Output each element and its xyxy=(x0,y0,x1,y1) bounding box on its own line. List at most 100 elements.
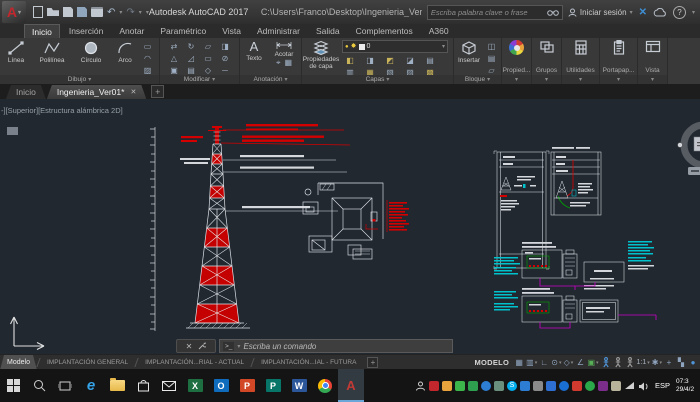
mirror-icon[interactable]: ◿ xyxy=(184,53,198,64)
file-tab-active[interactable]: Ingenieria_Ver01* ✕ xyxy=(47,85,146,99)
panel-label-vista[interactable]: ▾ xyxy=(638,75,667,84)
panel-label-anotacion[interactable]: Anotación▾ xyxy=(240,75,301,84)
task-view-icon[interactable] xyxy=(52,369,78,402)
help-search-input[interactable]: Escriba palabra clave o frase xyxy=(427,5,563,20)
tab-vista[interactable]: Vista xyxy=(215,24,248,38)
layer-tool-icon[interactable]: ◨ xyxy=(363,55,377,66)
green-app2-tray-icon[interactable] xyxy=(468,381,478,391)
copy-icon[interactable]: △ xyxy=(167,53,181,64)
redo-icon[interactable]: ↷ xyxy=(126,6,134,19)
onedrive-tray-icon[interactable] xyxy=(481,381,491,391)
tab-administrar[interactable]: Administrar xyxy=(250,24,307,38)
adobe-tray-icon[interactable] xyxy=(429,381,439,391)
tab-parametrico[interactable]: Paramétrico xyxy=(153,24,213,38)
blue-square-tray-icon[interactable] xyxy=(546,381,556,391)
erase-icon[interactable]: ⊘ xyxy=(218,53,232,64)
volume-icon[interactable] xyxy=(638,381,649,391)
panel-label-portapapeles[interactable]: ▾ xyxy=(600,75,637,84)
new-file-icon[interactable] xyxy=(33,6,43,19)
purple-app-tray-icon[interactable] xyxy=(598,381,608,391)
layout-tab-implantacion-general[interactable]: IMPLANTACIÓN GENERAL xyxy=(40,355,135,370)
text-button[interactable]: A Texto xyxy=(240,38,268,62)
excel-icon[interactable]: X xyxy=(182,369,208,402)
panel-label-dibujo[interactable]: Dibujo▾ xyxy=(0,75,159,84)
insert-block-button[interactable]: Insertar xyxy=(454,38,484,64)
new-drawing-tab-button[interactable]: + xyxy=(151,85,164,98)
scale-icon[interactable]: ▣ xyxy=(167,65,181,76)
isolate-objects-icon[interactable]: ▚ xyxy=(676,357,686,368)
layer-tool-icon[interactable]: ◩ xyxy=(383,55,397,66)
mail-icon[interactable] xyxy=(156,369,182,402)
help-icon[interactable]: ? xyxy=(673,6,686,19)
network-icon[interactable] xyxy=(624,381,635,390)
close-icon[interactable]: ✕ xyxy=(186,342,193,351)
layer-properties-button[interactable]: Propiedades de capa xyxy=(302,38,340,70)
snap-mode-icon[interactable]: ▥▾ xyxy=(526,357,537,368)
command-input[interactable]: >_ ▾ Escriba un comando xyxy=(219,339,453,353)
clipboard-icon[interactable] xyxy=(612,40,626,55)
arc-button[interactable]: Arco xyxy=(110,38,140,64)
file-explorer-icon[interactable] xyxy=(104,369,130,402)
annotation-monitor-icon[interactable]: + xyxy=(664,357,674,368)
open-file-icon[interactable] xyxy=(47,6,59,19)
save-icon[interactable] xyxy=(63,6,73,19)
store-icon[interactable] xyxy=(130,369,156,402)
chat-tray-icon[interactable] xyxy=(533,381,543,391)
chrome-icon[interactable] xyxy=(312,369,338,402)
sign-in-button[interactable]: Iniciar sesión ▾ xyxy=(568,8,633,17)
start-button[interactable] xyxy=(0,369,26,402)
skype-tray-icon[interactable]: S xyxy=(507,381,517,391)
layout-tab-implantacion-futura[interactable]: IMPLANTACIÓN...IAL - FUTURA xyxy=(254,355,363,370)
tab-insercion[interactable]: Inserción xyxy=(62,24,111,38)
offset-icon[interactable]: ▱ xyxy=(201,41,215,52)
panel-label-propiedades[interactable]: ▾ xyxy=(502,75,531,84)
edge-icon[interactable]: e xyxy=(78,369,104,402)
table-icon[interactable]: ▦ xyxy=(284,58,292,68)
edit-block-icon[interactable]: ▤ xyxy=(485,53,499,64)
undo-dropdown-icon[interactable]: ▾ xyxy=(119,6,122,19)
language-indicator[interactable]: ESP xyxy=(655,381,670,390)
autoscale-icon[interactable] xyxy=(613,357,623,368)
isodraft-icon[interactable]: ◇▾ xyxy=(563,357,573,368)
rotate-icon[interactable]: ↻ xyxy=(184,41,198,52)
panel-label-modificar[interactable]: Modificar▾ xyxy=(160,75,239,84)
layer-tool-icon[interactable]: ◪ xyxy=(403,55,417,66)
view-icon[interactable] xyxy=(645,40,661,53)
object-snap-tracking-icon[interactable]: ∠ xyxy=(575,357,585,368)
powerpoint-icon[interactable]: P xyxy=(234,369,260,402)
polar-tracking-icon[interactable]: ⊙▾ xyxy=(551,357,561,368)
help-dropdown-icon[interactable]: ▾ xyxy=(692,9,695,16)
leader-icon[interactable]: ⌖ xyxy=(276,58,281,68)
clean-screen-icon[interactable]: ● xyxy=(688,357,698,368)
stretch-icon[interactable]: ◇ xyxy=(201,65,215,76)
device-tray-icon[interactable] xyxy=(611,381,621,391)
groups-icon[interactable] xyxy=(539,40,555,54)
block-attr-icon[interactable]: ▱ xyxy=(485,65,499,76)
new-layout-button[interactable]: + xyxy=(367,357,378,368)
taskbar-search-icon[interactable] xyxy=(26,369,52,402)
workspace-gear-icon[interactable]: ✱▾ xyxy=(652,357,662,368)
tab-salida[interactable]: Salida xyxy=(309,24,347,38)
polyline-button[interactable]: Polilínea xyxy=(32,38,72,64)
properties-wheel-icon[interactable] xyxy=(509,40,524,55)
layout-tab-implantacion-actual[interactable]: IMPLANTACIÓN...RIAL - ACTUAL xyxy=(138,355,251,370)
create-block-icon[interactable]: ◫ xyxy=(485,41,499,52)
layer-tool-icon[interactable]: ▤ xyxy=(423,55,437,66)
search-binoculars-icon[interactable] xyxy=(547,8,559,17)
redo-dropdown-icon[interactable]: ▾ xyxy=(139,6,142,19)
annotation-visibility-icon[interactable] xyxy=(601,357,611,368)
rectangle-icon[interactable]: ▭ xyxy=(141,41,155,52)
panel-label-bloque[interactable]: Bloque▾ xyxy=(454,75,501,84)
phone-tray-icon[interactable] xyxy=(585,381,595,391)
tab-complementos[interactable]: Complementos xyxy=(349,24,420,38)
customize-wrench-icon[interactable] xyxy=(197,342,206,351)
model-space-toggle[interactable]: MODELO xyxy=(474,358,509,367)
tab-anotar[interactable]: Anotar xyxy=(112,24,151,38)
dimension-button[interactable]: Acotar xyxy=(274,38,294,58)
viewcube[interactable] xyxy=(678,125,700,175)
array-icon[interactable]: ▤ xyxy=(184,65,198,76)
grid-display-icon[interactable]: ▦ xyxy=(514,357,524,368)
save-as-icon[interactable] xyxy=(77,6,87,19)
layout-tab-modelo[interactable]: Modelo xyxy=(0,355,37,370)
panel-label-capas[interactable]: Capas▾ xyxy=(302,75,453,84)
